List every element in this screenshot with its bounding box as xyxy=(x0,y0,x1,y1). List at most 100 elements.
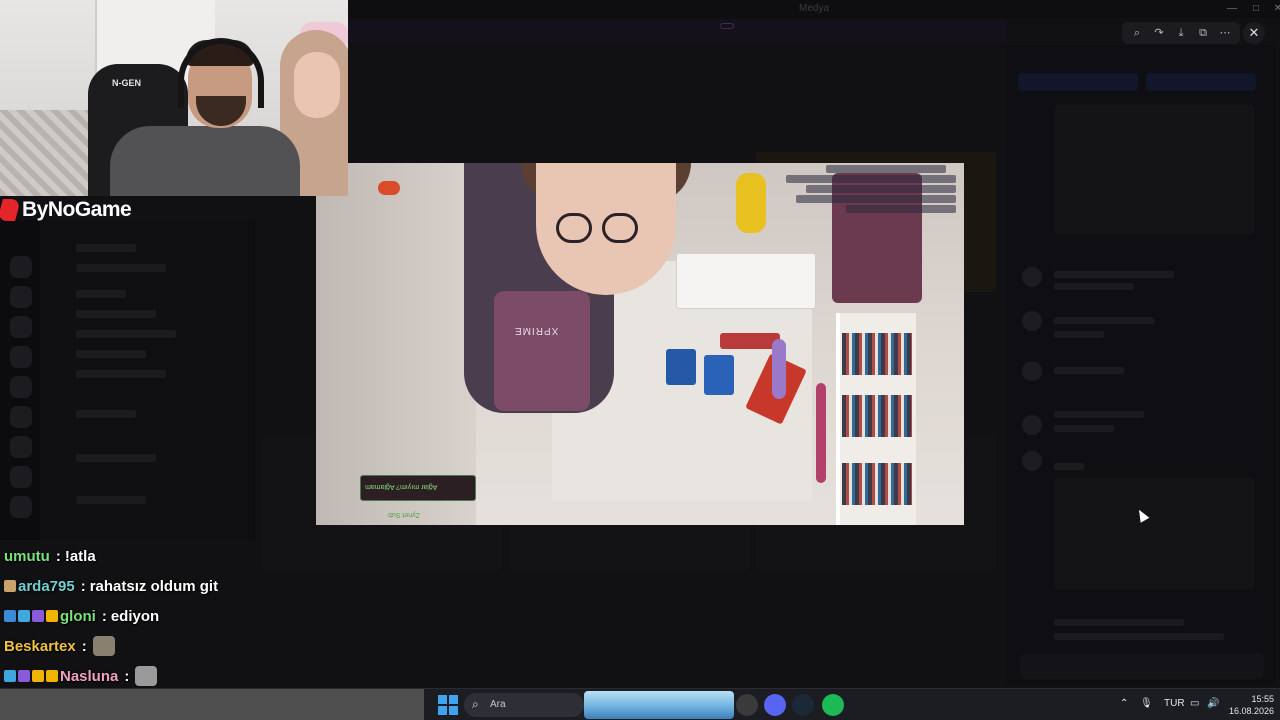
message-line xyxy=(1054,411,1144,418)
channel-item[interactable] xyxy=(76,290,126,298)
channel-item[interactable] xyxy=(76,330,176,338)
server-icon[interactable] xyxy=(10,286,32,308)
channel-list xyxy=(40,220,255,540)
glasses-lens xyxy=(602,213,638,243)
chat-message: umutu: !atla xyxy=(4,544,96,568)
image-guitar xyxy=(816,383,826,483)
chair-logo: XPRIME xyxy=(514,325,559,336)
channel-item[interactable] xyxy=(76,496,146,504)
chat-separator: : xyxy=(101,607,107,625)
chat-badge-icon xyxy=(4,580,16,592)
maximize-icon[interactable]: □ xyxy=(1244,2,1268,16)
chat-separator: : xyxy=(80,577,86,595)
close-viewer-button[interactable]: ✕ xyxy=(1243,22,1265,44)
windows-start-icon[interactable] xyxy=(438,695,458,715)
server-icon[interactable] xyxy=(10,436,32,458)
chat-username[interactable]: umutu xyxy=(4,548,50,565)
close-window-icon[interactable]: ✕ xyxy=(1266,2,1280,16)
right-chat-panel xyxy=(1006,45,1276,685)
server-icon[interactable] xyxy=(10,346,32,368)
image-books xyxy=(842,395,912,437)
avatar xyxy=(1022,451,1042,471)
chat-badge-icon xyxy=(46,670,58,682)
window-title: Medya xyxy=(798,3,829,14)
avatar xyxy=(1022,361,1042,381)
minimize-icon[interactable]: — xyxy=(1220,2,1244,16)
channel-item[interactable] xyxy=(76,410,136,418)
webcam-person-face xyxy=(294,52,340,118)
viewer-image[interactable]: XPRIME Ağlar mıyım? Ağlamam Zynet Sub xyxy=(316,163,964,525)
attachment-image[interactable] xyxy=(1054,105,1254,235)
chat-username[interactable]: arda795 xyxy=(18,578,75,595)
streamer-brand: ByNoGame xyxy=(0,196,132,224)
image-poster xyxy=(666,349,696,385)
obs-app-icon[interactable] xyxy=(736,694,758,716)
title-bar: Medya — □ ✕ xyxy=(348,0,1280,18)
panel-tab[interactable] xyxy=(1146,73,1256,91)
clock-date: 16.08.2026 xyxy=(1228,706,1274,716)
taskbar: ⌕ Ara ⌃ 🎙 TUR ▭ 🔊 15:55 16.08.2026 xyxy=(0,688,1280,720)
channel-item[interactable] xyxy=(76,454,156,462)
search-placeholder: Ara xyxy=(490,699,506,710)
message-line xyxy=(1054,367,1124,374)
server-icon[interactable] xyxy=(10,376,32,398)
avatar xyxy=(1022,415,1042,435)
discord-app-icon[interactable] xyxy=(764,694,786,716)
weather-widget[interactable] xyxy=(0,689,424,720)
image-books xyxy=(842,463,912,505)
server-icon[interactable] xyxy=(10,316,32,338)
chat-badge-icon xyxy=(18,670,30,682)
message-line xyxy=(1054,331,1104,338)
open-external-icon[interactable]: ⧉ xyxy=(1194,24,1212,42)
channel-item[interactable] xyxy=(76,244,136,252)
zoom-icon[interactable]: ⌕ xyxy=(1128,24,1146,42)
message-line xyxy=(1054,317,1154,324)
attachment-image[interactable] xyxy=(1054,477,1254,589)
image-chair-seat xyxy=(494,291,590,411)
steam-app-icon[interactable] xyxy=(792,694,814,716)
chat-username[interactable]: Beskartex xyxy=(4,638,76,655)
forward-icon[interactable]: ↷ xyxy=(1150,24,1168,42)
search-highlight-banner[interactable] xyxy=(584,691,734,719)
chat-message: arda795: rahatsız oldum git xyxy=(4,574,218,598)
network-icon[interactable]: ▭ xyxy=(1190,698,1199,709)
more-icon[interactable]: ⋯ xyxy=(1216,24,1234,42)
server-icon[interactable] xyxy=(10,496,32,518)
message-input[interactable] xyxy=(1020,653,1264,679)
brand-name: ByNoGame xyxy=(22,198,132,221)
message-line xyxy=(1054,425,1114,432)
chat-username[interactable]: Nasluna xyxy=(60,668,118,685)
download-icon[interactable]: ⤓ xyxy=(1172,24,1190,42)
banner-button[interactable] xyxy=(720,23,734,29)
channel-item[interactable] xyxy=(76,370,166,378)
chat-username[interactable]: gloni xyxy=(60,608,96,625)
search-icon: ⌕ xyxy=(472,697,479,711)
server-rail xyxy=(0,220,40,540)
server-icon[interactable] xyxy=(10,466,32,488)
image-alert-text: Ağlar mıyım? Ağlamam xyxy=(365,483,438,490)
chat-emote-icon xyxy=(92,636,115,656)
tray-expand-icon[interactable]: ⌃ xyxy=(1120,698,1128,709)
viewer-toolbar: ⌕ ↷ ⤓ ⧉ ⋯ xyxy=(1122,22,1240,44)
channel-item[interactable] xyxy=(76,310,156,318)
volume-icon[interactable]: 🔊 xyxy=(1207,698,1219,709)
language-indicator[interactable]: TUR xyxy=(1164,698,1185,709)
glasses-lens xyxy=(556,213,592,243)
panel-tab[interactable] xyxy=(1018,73,1138,91)
channel-item[interactable] xyxy=(76,350,146,358)
chat-text: !atla xyxy=(64,547,96,565)
clock[interactable]: 15:55 16.08.2026 xyxy=(1224,693,1274,717)
search-box[interactable]: ⌕ Ara xyxy=(464,693,584,717)
chair-brand-logo: N-GEN xyxy=(112,78,141,88)
message-line xyxy=(1054,619,1184,626)
chat-message: Nasluna: xyxy=(4,664,158,688)
image-alert-sub: Zynet Sub xyxy=(388,511,420,518)
webcam-streamer-body xyxy=(110,126,300,196)
notification-banner xyxy=(348,20,1006,42)
server-icon[interactable] xyxy=(10,406,32,428)
microphone-icon[interactable]: 🎙 xyxy=(1140,698,1153,709)
spotify-app-icon[interactable] xyxy=(822,694,844,716)
chat-badge-icon xyxy=(46,610,58,622)
server-icon[interactable] xyxy=(10,256,32,278)
channel-item[interactable] xyxy=(76,264,166,272)
